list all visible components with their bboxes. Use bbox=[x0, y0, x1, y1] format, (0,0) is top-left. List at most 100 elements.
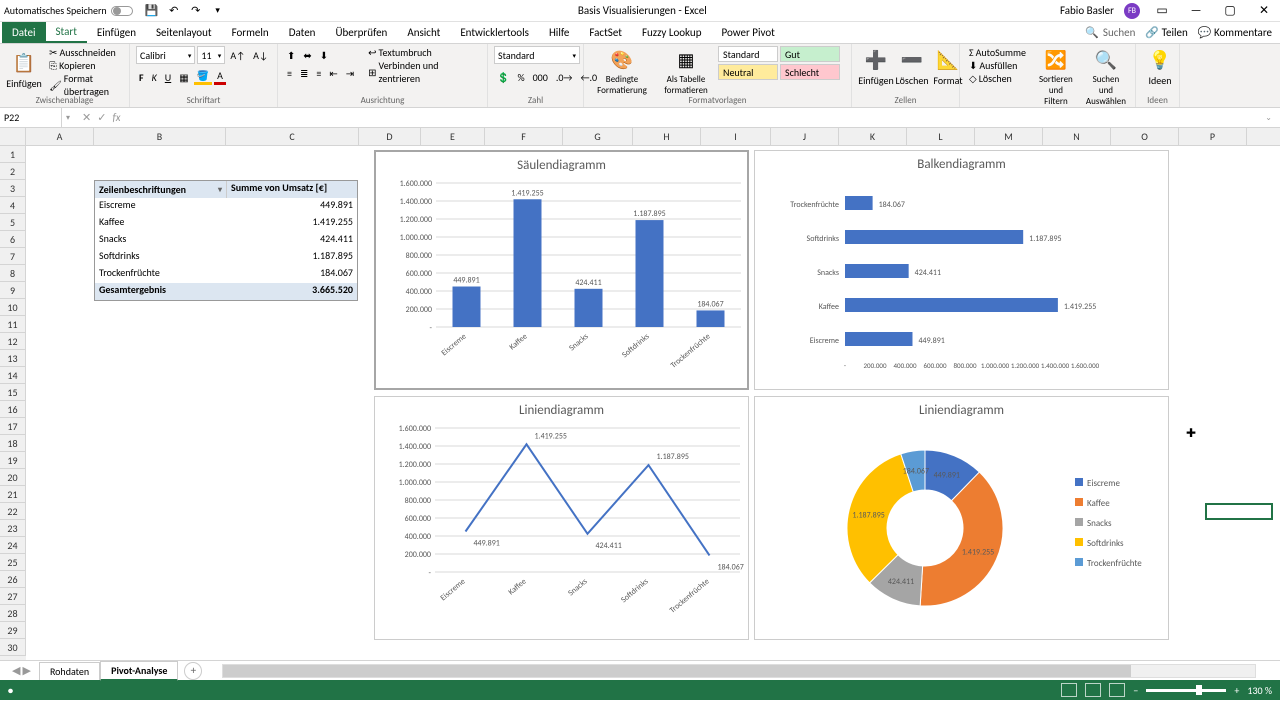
pivot-table[interactable]: Zeilenbeschriftungen▾ Summe von Umsatz [… bbox=[94, 180, 358, 301]
row-header[interactable]: 23 bbox=[0, 520, 26, 537]
row-header[interactable]: 25 bbox=[0, 554, 26, 571]
autosave-toggle[interactable]: Automatisches Speichern bbox=[4, 4, 133, 17]
col-header[interactable]: C bbox=[226, 128, 359, 145]
col-header[interactable]: L bbox=[907, 128, 975, 145]
col-header[interactable]: E bbox=[421, 128, 485, 145]
comments-button[interactable]: 💬 Kommentare bbox=[1198, 26, 1272, 39]
row-header[interactable]: 21 bbox=[0, 486, 26, 503]
style-schlecht[interactable]: Schlecht bbox=[780, 64, 840, 80]
row-header[interactable]: 5 bbox=[0, 214, 26, 231]
row-header[interactable]: 26 bbox=[0, 571, 26, 588]
user-name[interactable]: Fabio Basler bbox=[1060, 4, 1114, 17]
number-format-select[interactable]: Standard▾ bbox=[494, 46, 580, 64]
pivot-row[interactable]: Trockenfrüchte184.067 bbox=[95, 266, 357, 283]
col-header[interactable]: F bbox=[485, 128, 563, 145]
col-header[interactable]: K bbox=[839, 128, 907, 145]
tab-dev[interactable]: Entwicklertools bbox=[450, 22, 539, 43]
style-gut[interactable]: Gut bbox=[780, 46, 840, 62]
align-center-icon[interactable]: ≣ bbox=[297, 67, 311, 80]
chart-doughnut[interactable]: Liniendiagramm 449.8911.419.255424.4111.… bbox=[754, 396, 1169, 640]
expand-formula-icon[interactable]: ⌄ bbox=[1257, 113, 1280, 123]
align-bottom-icon[interactable]: ⬇ bbox=[317, 49, 331, 62]
col-header[interactable]: P bbox=[1179, 128, 1247, 145]
row-header[interactable]: 20 bbox=[0, 469, 26, 486]
user-avatar[interactable]: FB bbox=[1124, 3, 1140, 19]
name-box[interactable]: P22 bbox=[0, 108, 62, 127]
find-select-button[interactable]: 🔍Suchen und Auswählen bbox=[1083, 46, 1129, 109]
row-header[interactable]: 8 bbox=[0, 265, 26, 282]
tab-fuzzy[interactable]: Fuzzy Lookup bbox=[632, 22, 712, 43]
tab-insert[interactable]: Einfügen bbox=[87, 22, 146, 43]
minimize-icon[interactable]: — bbox=[1184, 3, 1208, 19]
wrap-text-button[interactable]: ↩ Textumbruch bbox=[365, 46, 481, 59]
pivot-row[interactable]: Kaffee1.419.255 bbox=[95, 215, 357, 232]
sheet-tab-rohdaten[interactable]: Rohdaten bbox=[39, 662, 100, 680]
style-standard[interactable]: Standard bbox=[718, 46, 778, 62]
fill-button[interactable]: ⬇ Ausfüllen bbox=[966, 59, 1029, 72]
sheet-next-icon[interactable]: ▶ bbox=[22, 664, 30, 677]
as-table-button[interactable]: ▦ Als Tabelle formatieren bbox=[658, 46, 714, 98]
align-left-icon[interactable]: ≡ bbox=[284, 67, 295, 80]
zoom-slider[interactable] bbox=[1146, 689, 1226, 692]
pivot-row[interactable]: Eiscreme449.891 bbox=[95, 198, 357, 215]
col-header[interactable]: O bbox=[1111, 128, 1179, 145]
row-header[interactable]: 14 bbox=[0, 367, 26, 384]
font-size-select[interactable]: 11▾ bbox=[197, 46, 225, 64]
row-header[interactable]: 1 bbox=[0, 146, 26, 163]
row-header[interactable]: 3 bbox=[0, 180, 26, 197]
row-header[interactable]: 9 bbox=[0, 282, 26, 299]
style-neutral[interactable]: Neutral bbox=[718, 64, 778, 80]
row-header[interactable]: 16 bbox=[0, 401, 26, 418]
autosum-button[interactable]: Σ AutoSumme bbox=[966, 46, 1029, 59]
copy-button[interactable]: ⎘ Kopieren bbox=[46, 59, 123, 72]
row-header[interactable]: 22 bbox=[0, 503, 26, 520]
tab-powerpivot[interactable]: Power Pivot bbox=[711, 22, 784, 43]
col-header[interactable]: A bbox=[26, 128, 94, 145]
row-header[interactable]: 7 bbox=[0, 248, 26, 265]
tab-help[interactable]: Hilfe bbox=[539, 22, 579, 43]
font-name-select[interactable]: Calibri▾ bbox=[136, 46, 195, 64]
row-header[interactable]: 30 bbox=[0, 639, 26, 656]
align-top-icon[interactable]: ⬆ bbox=[284, 49, 298, 62]
cut-button[interactable]: ✂ Ausschneiden bbox=[46, 46, 123, 59]
bold-icon[interactable]: F bbox=[136, 71, 147, 84]
close-icon[interactable]: ✕ bbox=[1252, 3, 1276, 19]
font-color-icon[interactable]: A bbox=[214, 69, 226, 85]
record-macro-icon[interactable]: ⏺ bbox=[8, 684, 13, 697]
currency-icon[interactable]: 💲 bbox=[494, 71, 512, 84]
tab-factset[interactable]: FactSet bbox=[579, 22, 632, 43]
border-icon[interactable]: ▦ bbox=[176, 71, 191, 84]
zoom-out-icon[interactable]: − bbox=[1133, 684, 1138, 697]
redo-icon[interactable]: ↷ bbox=[189, 4, 203, 18]
col-header[interactable]: B bbox=[94, 128, 226, 145]
horizontal-scrollbar[interactable] bbox=[222, 664, 1256, 678]
row-header[interactable]: 2 bbox=[0, 163, 26, 180]
row-header[interactable]: 4 bbox=[0, 197, 26, 214]
view-normal-icon[interactable] bbox=[1061, 683, 1077, 697]
row-header[interactable]: 12 bbox=[0, 333, 26, 350]
dec-inc-icon[interactable]: .0→ bbox=[553, 71, 576, 84]
indent-dec-icon[interactable]: ⇤ bbox=[326, 67, 340, 80]
tab-file[interactable]: Datei bbox=[2, 22, 46, 43]
merge-button[interactable]: ⊞ Verbinden und zentrieren bbox=[365, 59, 481, 85]
chart-line[interactable]: Liniendiagramm -200.000400.000600.000800… bbox=[374, 396, 749, 640]
indent-inc-icon[interactable]: ⇥ bbox=[343, 67, 357, 80]
row-header[interactable]: 17 bbox=[0, 418, 26, 435]
view-layout-icon[interactable] bbox=[1085, 683, 1101, 697]
fill-color-icon[interactable]: 🪣 bbox=[194, 69, 212, 85]
view-break-icon[interactable] bbox=[1109, 683, 1125, 697]
maximize-icon[interactable]: ▢ bbox=[1218, 3, 1242, 19]
sheet-prev-icon[interactable]: ◀ bbox=[12, 664, 20, 677]
undo-icon[interactable]: ↶ bbox=[167, 4, 181, 18]
underline-icon[interactable]: U bbox=[162, 71, 174, 84]
grid-area[interactable]: ABCDEFGHIJKLMNOP 12345678910111213141516… bbox=[0, 128, 1280, 660]
percent-icon[interactable]: % bbox=[514, 71, 527, 84]
search-box[interactable]: 🔍 Suchen bbox=[1085, 26, 1135, 39]
zoom-level[interactable]: 130 % bbox=[1247, 684, 1272, 697]
tab-review[interactable]: Überprüfen bbox=[325, 22, 397, 43]
select-all[interactable] bbox=[0, 128, 26, 145]
col-header[interactable]: H bbox=[633, 128, 701, 145]
cond-format-button[interactable]: 🎨 Bedingte Formatierung bbox=[590, 46, 654, 98]
row-header[interactable]: 28 bbox=[0, 605, 26, 622]
insert-cells-button[interactable]: ➕Einfügen bbox=[858, 46, 894, 89]
